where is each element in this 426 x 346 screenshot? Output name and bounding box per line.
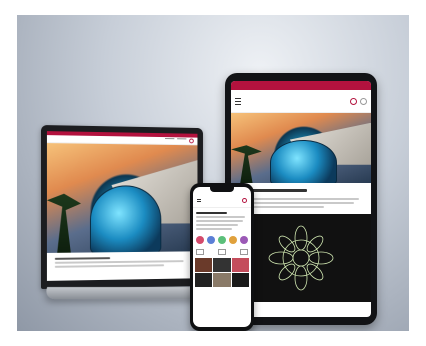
- photo-thumbnail[interactable]: [231, 273, 249, 287]
- hero-image: [46, 143, 198, 253]
- photo-thumbnail[interactable]: [213, 273, 231, 287]
- intro-text-line: [196, 224, 238, 226]
- laptop-screen: [46, 131, 198, 281]
- intro-text-line: [196, 216, 246, 218]
- shortcut-icon[interactable]: [196, 249, 204, 255]
- intro-title: [196, 212, 228, 214]
- category-button[interactable]: [207, 236, 215, 244]
- photo-grid: [193, 258, 251, 287]
- hero-image: [231, 113, 371, 183]
- category-button[interactable]: [240, 236, 248, 244]
- intro-section: [193, 208, 251, 234]
- search-icon[interactable]: [189, 138, 194, 144]
- photo-thumbnail[interactable]: [231, 258, 249, 272]
- article-body: [47, 251, 198, 273]
- shortcut-icon[interactable]: [240, 249, 248, 255]
- nav-link[interactable]: [177, 138, 187, 140]
- phone-notch: [210, 187, 234, 192]
- article-text-line: [54, 264, 164, 268]
- laptop: [41, 125, 203, 289]
- user-icon[interactable]: [359, 97, 367, 105]
- glass-dome: [90, 185, 162, 253]
- site-header: [231, 90, 371, 113]
- photo-thumbnail[interactable]: [195, 258, 213, 272]
- article-text-line: [243, 206, 325, 208]
- search-icon[interactable]: [349, 97, 357, 105]
- smartphone: [190, 183, 254, 331]
- shortcut-icon[interactable]: [218, 249, 226, 255]
- intro-text-line: [196, 220, 243, 222]
- intro-text-line: [196, 228, 233, 230]
- article-text-line: [243, 202, 355, 204]
- search-icon[interactable]: [242, 197, 247, 203]
- photo-thumbnail[interactable]: [213, 258, 231, 272]
- article-title: [54, 257, 110, 260]
- category-button[interactable]: [229, 236, 237, 244]
- phone-screen: [193, 187, 251, 327]
- hamburger-menu-icon[interactable]: [197, 198, 201, 202]
- site-banner: [231, 81, 371, 90]
- product-mockup-scene: [17, 15, 409, 331]
- palm-tree: [47, 187, 81, 253]
- palm-tree: [231, 145, 262, 183]
- site-header: [193, 193, 251, 208]
- glass-dome: [270, 139, 337, 183]
- hamburger-menu-icon[interactable]: [235, 97, 241, 105]
- nav-link[interactable]: [165, 138, 175, 140]
- category-button[interactable]: [196, 236, 204, 244]
- icon-row: [193, 246, 251, 258]
- article-text-line: [243, 198, 359, 200]
- photo-thumbnail[interactable]: [195, 273, 213, 287]
- article-text-line: [54, 260, 184, 264]
- category-button[interactable]: [218, 236, 226, 244]
- category-circles: [193, 234, 251, 246]
